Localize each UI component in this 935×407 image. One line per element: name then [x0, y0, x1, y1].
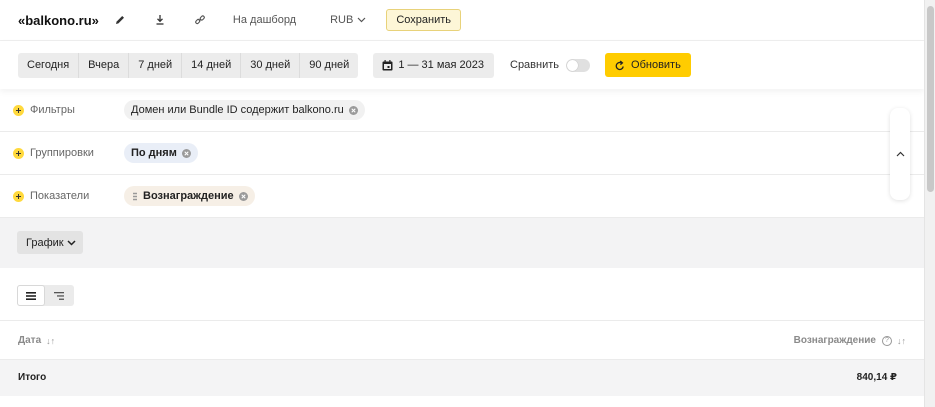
refresh-button[interactable]: Обновить: [605, 53, 691, 77]
add-grouping-plus-icon[interactable]: [13, 147, 24, 159]
report-page: «balkono.ru» На дашборд RUB Сохранить Се…: [0, 0, 924, 407]
period-today[interactable]: Сегодня: [18, 52, 80, 78]
report-title: «balkono.ru»: [18, 12, 99, 28]
collapse-settings-button[interactable]: [890, 108, 910, 200]
view-mode-area: [0, 268, 924, 321]
groupings-row: Группировки По дням: [0, 132, 924, 175]
compare-toggle[interactable]: [566, 58, 591, 72]
total-value: 840,14 ₽: [856, 372, 897, 383]
metrics-label: Показатели: [30, 190, 90, 202]
column-reward-label: Вознаграждение: [793, 335, 876, 346]
close-icon[interactable]: [238, 191, 248, 201]
currency-value: RUB: [330, 14, 354, 26]
add-filter-plus-icon[interactable]: [13, 104, 24, 116]
download-icon[interactable]: [153, 13, 167, 27]
grouping-chip-text: По дням: [131, 147, 177, 159]
grouping-chip[interactable]: По дням: [124, 143, 198, 163]
close-icon[interactable]: [348, 105, 358, 115]
pencil-icon[interactable]: [113, 13, 127, 27]
close-icon[interactable]: [181, 148, 191, 158]
save-button[interactable]: Сохранить: [386, 9, 462, 31]
chart-section: График: [0, 218, 924, 268]
chevron-down-icon: [67, 239, 76, 246]
compare-label: Сравнить: [510, 59, 560, 71]
compare-control: Сравнить: [510, 58, 591, 72]
refresh-icon: [615, 60, 624, 70]
chevron-up-icon: [896, 151, 904, 157]
table-total-row: Итого 840,14 ₽: [0, 360, 924, 396]
chart-toggle-button[interactable]: График: [17, 231, 83, 254]
column-header-reward[interactable]: Вознаграждение ? ↓↑: [794, 335, 906, 346]
filter-chip-text: Домен или Bundle ID содержит balkono.ru: [131, 104, 344, 116]
chart-button-label: График: [26, 236, 64, 249]
table-view-icon[interactable]: [17, 285, 45, 306]
page-scrollbar[interactable]: [924, 0, 935, 407]
link-icon[interactable]: [193, 13, 207, 27]
help-icon[interactable]: ?: [882, 335, 892, 346]
date-range-picker[interactable]: 1 — 31 мая 2023: [373, 52, 494, 78]
period-yesterday[interactable]: Вчера: [79, 52, 130, 78]
table-header: Дата ↓↑ Вознаграждение ? ↓↑: [0, 321, 924, 360]
calendar-icon: [382, 59, 393, 70]
metrics-row: Показатели Вознаграждение: [0, 175, 924, 218]
total-label: Итого: [18, 372, 47, 383]
period-toolbar: Сегодня Вчера 7 дней 14 дней 30 дней 90 …: [0, 41, 924, 89]
period-7-days[interactable]: 7 дней: [129, 52, 183, 78]
filter-chip[interactable]: Домен или Bundle ID содержит balkono.ru: [124, 100, 365, 120]
metric-chip[interactable]: Вознаграждение: [124, 186, 255, 206]
period-presets: Сегодня Вчера 7 дней 14 дней 30 дней 90 …: [18, 52, 359, 78]
view-mode-switch: [17, 285, 74, 306]
period-30-days[interactable]: 30 дней: [241, 52, 301, 78]
metric-chip-text: Вознаграждение: [143, 190, 234, 202]
period-90-days[interactable]: 90 дней: [300, 53, 358, 78]
groupings-label: Группировки: [30, 147, 94, 159]
filters-row: Фильтры Домен или Bundle ID содержит bal…: [0, 89, 924, 132]
column-header-date[interactable]: Дата ↓↑: [18, 335, 55, 346]
report-header: «balkono.ru» На дашборд RUB Сохранить: [0, 0, 924, 41]
sort-icon[interactable]: ↓↑: [897, 336, 906, 346]
date-range-value: 1 — 31 мая 2023: [398, 59, 484, 71]
period-14-days[interactable]: 14 дней: [182, 52, 242, 78]
chevron-down-icon: [357, 17, 366, 23]
drag-handle-icon[interactable]: [133, 191, 137, 201]
scrollbar-thumb[interactable]: [927, 6, 934, 192]
currency-select[interactable]: RUB: [330, 14, 366, 26]
to-dashboard-link[interactable]: На дашборд: [233, 14, 296, 26]
filters-label: Фильтры: [30, 104, 75, 116]
add-metric-plus-icon[interactable]: [13, 190, 24, 202]
sort-icon[interactable]: ↓↑: [46, 336, 55, 346]
column-date-label: Дата: [18, 335, 42, 346]
refresh-label: Обновить: [631, 59, 681, 71]
tree-view-icon[interactable]: [45, 285, 73, 306]
